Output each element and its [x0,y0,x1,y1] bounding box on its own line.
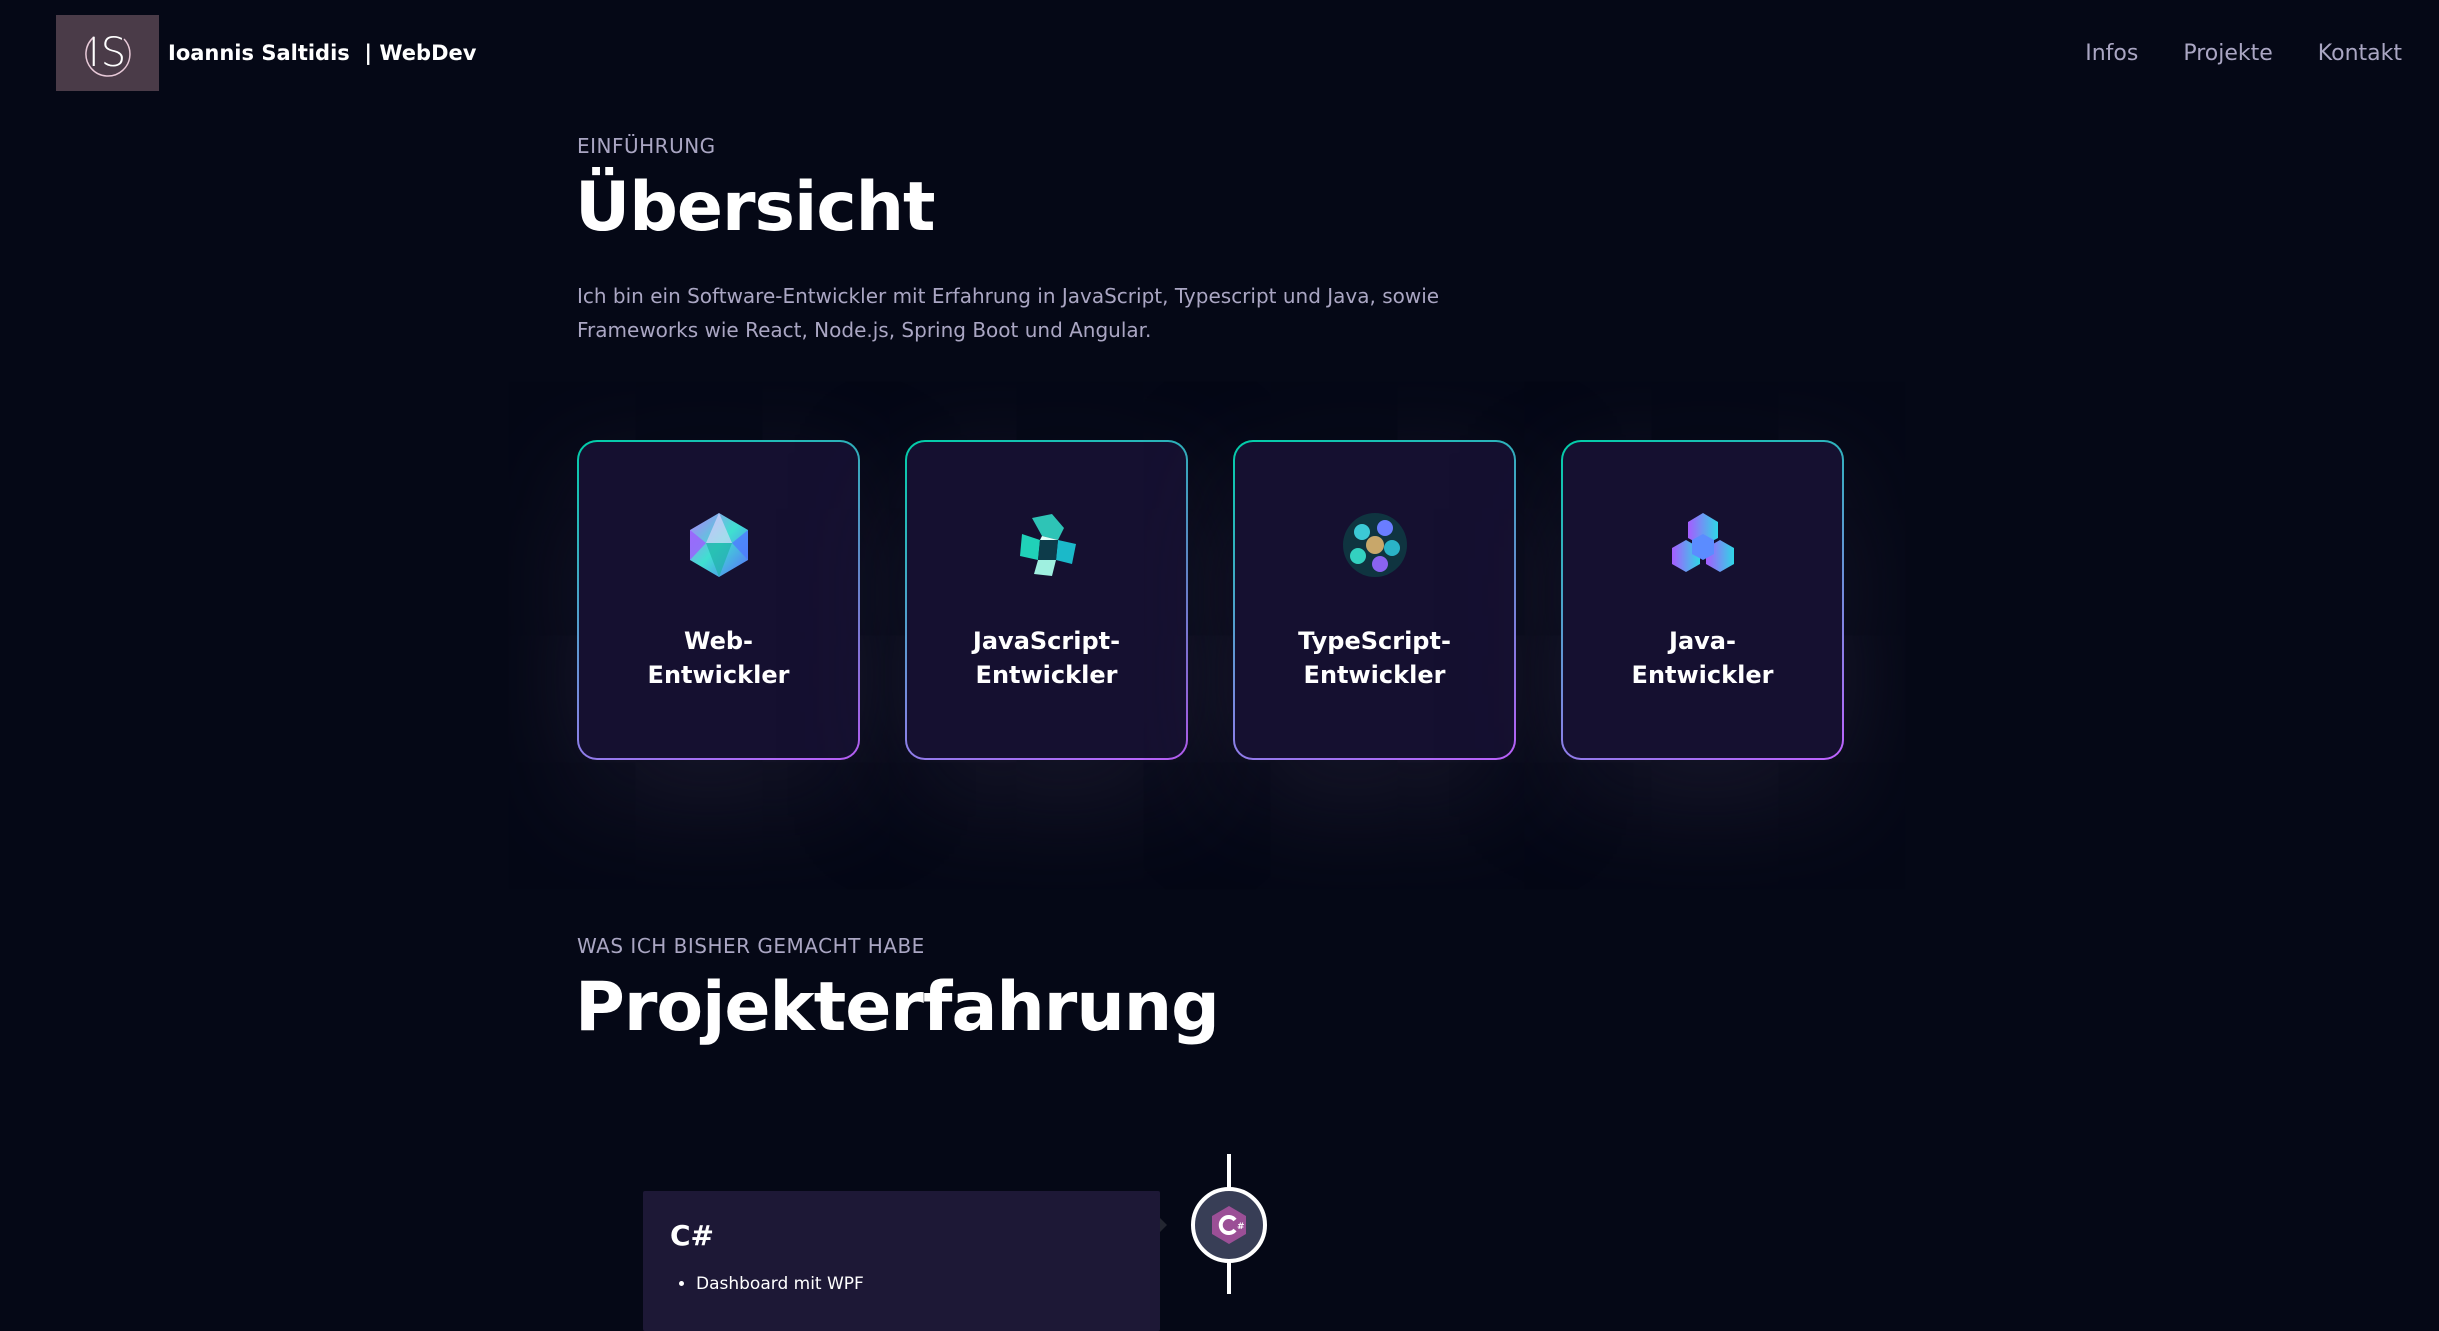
service-card-title: Web- Entwickler [647,627,790,689]
timeline-card-title: C# [670,1219,715,1252]
logo: IS [56,15,159,91]
timeline-card-point: Dashboard mit WPF [696,1274,1133,1294]
brand-link[interactable]: IS Ioannis Saltidis | WebDev [56,15,476,91]
timeline-dot: # [1191,1187,1267,1263]
experience-title: Projekterfahrung [575,968,1220,1047]
nav-link-projekte[interactable]: Projekte [2183,41,2272,66]
service-card[interactable]: Web- Entwickler [577,440,860,760]
experience-subtitle: WAS ICH BISHER GEMACHT HABE [577,934,925,958]
java-icon [1671,513,1734,572]
service-card-title: JavaScript- Entwickler [972,627,1121,689]
service-cards: Web- Entwickler JavaScript- Entwickler T… [577,440,1844,760]
timeline-card-points: Dashboard mit WPF [670,1274,1133,1294]
service-card-inner: JavaScript- Entwickler [907,442,1186,758]
service-card[interactable]: Java- Entwickler [1561,440,1844,760]
logo-text: IS [87,30,128,76]
javascript-icon [1019,514,1076,576]
csharp-icon: # [1212,1206,1246,1244]
service-card[interactable]: TypeScript- Entwickler [1233,440,1516,760]
service-card-inner: TypeScript- Entwickler [1235,442,1514,758]
service-card-inner: Java- Entwickler [1563,442,1842,758]
overview-text: Ich bin ein Software-Entwickler mit Erfa… [577,284,1440,342]
service-card-title: TypeScript- Entwickler [1298,627,1451,689]
overview-subtitle: EINFÜHRUNG [577,134,716,158]
timeline-card: C# Dashboard mit WPF [643,1191,1160,1331]
service-card-inner: Web- Entwickler [579,442,858,758]
svg-text:#: # [1237,1222,1245,1232]
service-card[interactable]: JavaScript- Entwickler [905,440,1188,760]
typescript-icon [1342,513,1407,577]
brand-name: Ioannis Saltidis | WebDev [168,41,477,65]
nav-link-kontakt[interactable]: Kontakt [2318,41,2402,66]
web-dev-icon [689,513,748,577]
nav-links: Infos Projekte Kontakt [2085,41,2402,66]
overview-title: Übersicht [575,168,936,247]
nav-link-infos[interactable]: Infos [2085,41,2138,66]
service-card-title: Java- Entwickler [1631,627,1774,689]
navbar: IS Ioannis Saltidis | WebDev Infos Proje… [0,0,2439,106]
